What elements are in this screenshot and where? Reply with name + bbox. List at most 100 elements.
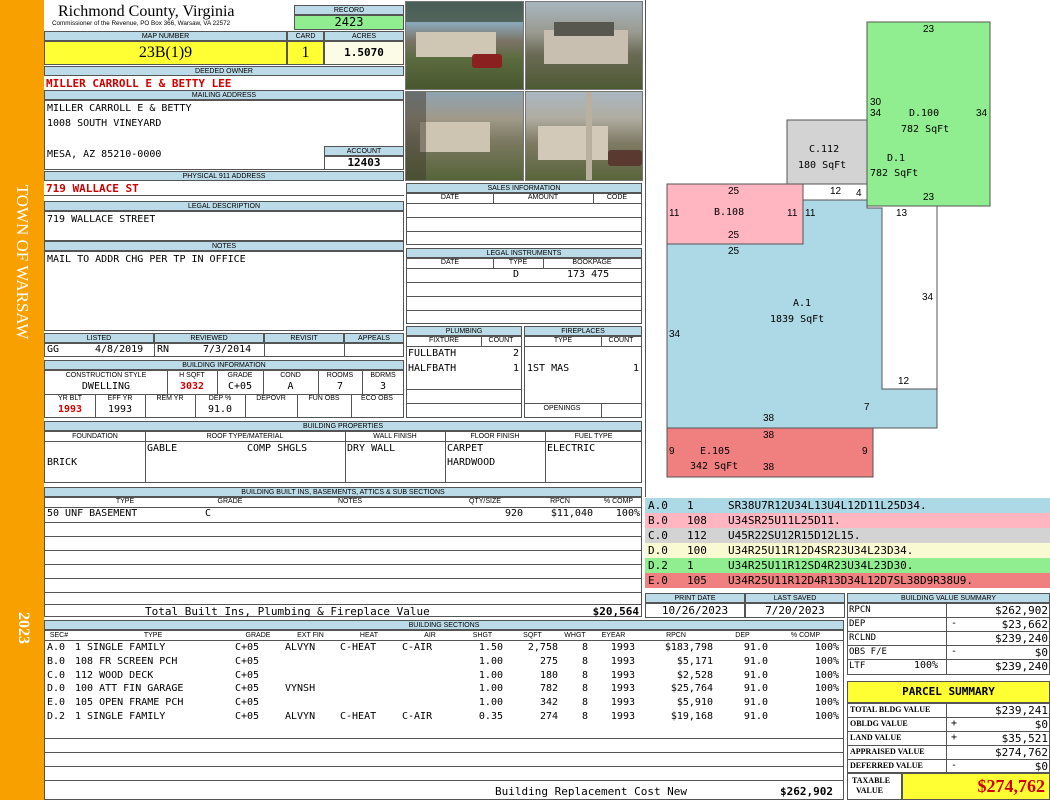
- table-cell: 91.0: [743, 642, 768, 653]
- listed-by: GG: [47, 344, 60, 355]
- segment-code: E.0: [648, 574, 668, 587]
- prop-roof-material: COMP SHGLS: [247, 443, 308, 454]
- fireplaces-box: TYPE COUNT 1ST MAS 1 OPENINGS: [524, 336, 642, 418]
- ps-land-label: LAND VALUE: [850, 733, 902, 742]
- table-cell: $183,798: [664, 642, 713, 653]
- sales-h-date: DATE: [440, 194, 460, 201]
- fp-row-1-type: 1ST MAS: [527, 363, 570, 374]
- taxable-label-1: TAXABLE: [852, 776, 891, 785]
- table-cell: E.0: [47, 697, 66, 709]
- mail-line-2: 1008 SOUTH VINEYARD: [47, 118, 162, 129]
- table-cell: C-HEAT: [340, 642, 377, 653]
- li-h-date: DATE: [440, 259, 460, 266]
- bi-h-depovr: DEPOVR: [256, 395, 286, 402]
- segment-vector: U34SR25U11L25D11.: [728, 514, 841, 527]
- table-cell: 91.0: [743, 711, 768, 722]
- dim-11-a: 11: [669, 208, 680, 219]
- prop-h-floor: FLOOR FINISH: [470, 433, 520, 440]
- house-photo-3: [405, 91, 524, 181]
- table-cell: C-AIR: [402, 642, 433, 653]
- table-cell: 1993: [610, 655, 635, 667]
- sections-box: SEC# TYPE GRADE EXT FIN HEAT AIR SHGT SQFT WHGT E…: [44, 630, 844, 800]
- parcel-summary-box: TOTAL BLDG VALUE $239,241 OBLDG VALUE + …: [847, 703, 1050, 773]
- label-e-sqft: 342 SqFt: [690, 461, 739, 472]
- notes-header: NOTES: [44, 241, 404, 251]
- table-row: E.0 105 OPEN FRAME PCH C+05 1.00 342 8 1993 $5,…: [45, 697, 843, 711]
- segment-row: A.0 1 SR38U7R12U34L13U4L12D11L25D34.: [645, 498, 1050, 513]
- ps-deferred: $0: [1034, 760, 1048, 773]
- segment-vector: U34R25U11R12D4R13D34L12D7SL38D9R38U9.: [728, 574, 974, 587]
- segment-row: D.2 1 U34R25U11R12SD4R23U34L23D30.: [645, 558, 1050, 573]
- bi-effyr: 1993: [107, 404, 133, 415]
- pl-row-2-fixture: HALFBATH: [408, 363, 457, 374]
- table-cell: B.0: [47, 655, 66, 667]
- mailing-header: MAILING ADDRESS: [44, 90, 404, 100]
- openings-label: OPENINGS: [543, 405, 581, 412]
- segment-code: B.0: [648, 514, 668, 527]
- value-summary-header: BUILDING VALUE SUMMARY: [847, 593, 1050, 603]
- table-cell: 100%: [814, 642, 839, 653]
- bti-h-qty: QTY/SIZE: [469, 498, 501, 505]
- bi-h-dep: DEP %: [208, 395, 232, 402]
- sections-col-header: WHGT: [564, 632, 586, 639]
- table-cell: 8: [581, 669, 588, 681]
- county-title: Richmond County, Virginia: [58, 3, 235, 20]
- parcel-summary-title: PARCEL SUMMARY: [847, 681, 1050, 703]
- fp-h-type: TYPE: [553, 337, 573, 344]
- table-cell: 1993: [610, 642, 635, 653]
- pl-row-1-fixture: FULLBATH: [408, 348, 457, 359]
- reviewed-by: RN: [157, 344, 170, 355]
- physical-header: PHYSICAL 911 ADDRESS: [44, 171, 404, 181]
- table-cell: 2,758: [527, 642, 558, 653]
- table-cell: 100%: [814, 655, 839, 667]
- dim-9-a: 9: [669, 446, 675, 457]
- reviewed-date: 7/3/2014: [203, 344, 252, 355]
- commissioner-line: Commissioner of the Revenue, PO Box 366,…: [52, 20, 231, 27]
- table-cell: 1993: [610, 697, 635, 709]
- table-cell: C+05: [235, 669, 260, 681]
- table-cell: 108 FR SCREEN PCH: [75, 655, 178, 667]
- sales-h-code: CODE: [606, 194, 628, 201]
- table-cell: 274: [539, 711, 558, 722]
- bi-style: DWELLING: [81, 381, 131, 392]
- sections-col-header: SHGT: [472, 632, 493, 639]
- segment-num: 1: [687, 499, 694, 512]
- bti-row-type: 50 UNF BASEMENT: [47, 508, 138, 519]
- table-cell: 8: [581, 642, 588, 653]
- bi-h-grade: GRADE: [227, 372, 253, 379]
- sections-col-header: % COMP: [790, 632, 821, 639]
- bi-grade: C+05: [227, 381, 253, 392]
- year-label: 2023: [15, 612, 32, 644]
- sales-h-amount: AMOUNT: [527, 194, 559, 201]
- house-photo-1: [405, 1, 524, 90]
- label-d1: D.1: [887, 153, 906, 164]
- building-sketch: [666, 21, 991, 478]
- map-number: 23B(1)9: [44, 41, 287, 65]
- table-cell: 91.0: [743, 683, 768, 695]
- label-d100-sqft: 782 SqFt: [901, 124, 950, 135]
- vs-ltf-label: LTF: [849, 661, 866, 671]
- table-cell: C-HEAT: [340, 711, 377, 722]
- table-row: B.0 108 FR SCREEN PCH C+05 1.00 275 8 1993 $5,1…: [45, 656, 843, 670]
- table-cell: $5,171: [676, 655, 713, 667]
- table-cell: C+05: [235, 655, 260, 667]
- table-cell: 91.0: [743, 669, 768, 681]
- bti-row-comp: 100%: [615, 508, 640, 519]
- prop-fuel: ELECTRIC: [547, 443, 596, 454]
- dim-11-c: 11: [805, 208, 816, 219]
- dim-38-c: 38: [763, 462, 775, 473]
- label-a: A.1: [793, 298, 812, 309]
- sections-col-header: HEAT: [359, 632, 379, 639]
- print-date: 10/26/2023: [645, 603, 745, 618]
- segment-row: C.0 112 U45R22SU12R15D12L15.: [645, 528, 1050, 543]
- bti-row-qty: 920: [504, 508, 523, 519]
- bi-bdrms: 3: [379, 381, 387, 392]
- reviewed-header: REVIEWED: [154, 333, 264, 343]
- bi-h-yrblt: YR BLT: [58, 395, 82, 402]
- sections-col-header: DEP: [735, 632, 750, 639]
- builtins-total-label: Total Built Ins, Plumbing & Fireplace Va…: [145, 605, 430, 618]
- listed-header: LISTED: [44, 333, 154, 343]
- dim-4: 4: [856, 188, 862, 199]
- pl-h-fixture: FIXTURE: [429, 337, 459, 344]
- segment-vector: SR38U7R12U34L13U4L12D11L25D34.: [728, 499, 927, 512]
